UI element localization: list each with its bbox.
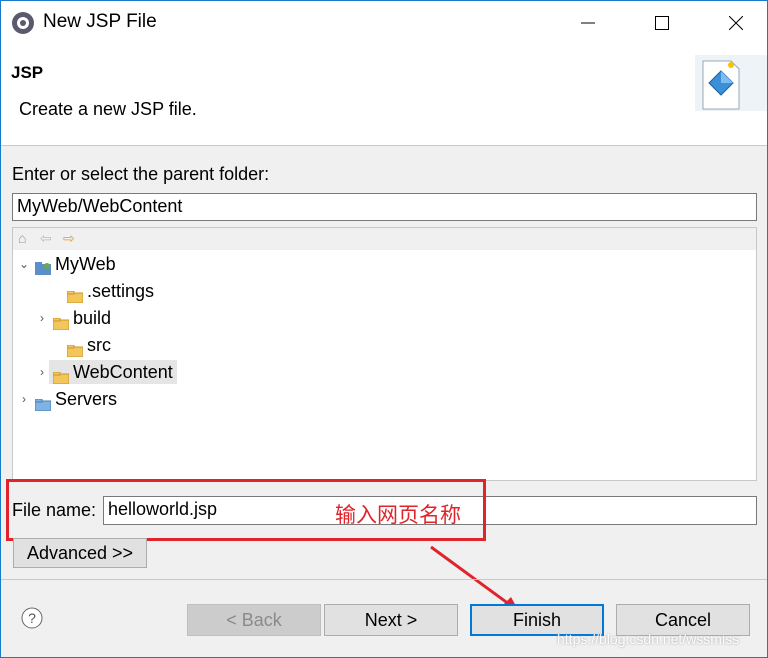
wizard-description: Create a new JSP file. <box>19 99 197 119</box>
tree-item-label: build <box>73 308 112 328</box>
back-button[interactable]: < Back <box>187 604 321 636</box>
tree-item-label: .settings <box>87 281 155 301</box>
close-button[interactable] <box>713 7 759 39</box>
minimize-button[interactable] <box>565 7 611 39</box>
tree-item-webcontent[interactable]: › WebContent <box>35 360 177 385</box>
watermark: https://blog.csdn.net/wssmiss <box>557 631 740 647</box>
tree-toolbar: ⌂ ⇦ ⇨ <box>13 228 756 250</box>
back-arrow-icon[interactable]: ⇦ <box>40 230 52 247</box>
separator <box>1 579 767 580</box>
project-icon <box>35 258 51 275</box>
forward-arrow-icon[interactable]: ⇨ <box>63 230 75 247</box>
eclipse-gear-icon <box>11 11 35 35</box>
folder-icon <box>66 339 84 358</box>
tree-item-src[interactable]: src <box>49 333 111 358</box>
wizard-title: JSP <box>11 63 44 82</box>
svg-text:?: ? <box>28 610 36 626</box>
tree-item-label: src <box>87 335 111 355</box>
tree-item-settings[interactable]: .settings <box>49 279 155 304</box>
folder-icon <box>66 285 84 304</box>
home-icon[interactable]: ⌂ <box>18 230 26 246</box>
chevron-right-icon[interactable]: › <box>17 387 31 411</box>
tree-item-servers[interactable]: › Servers <box>17 387 118 412</box>
help-icon[interactable]: ? <box>21 607 43 629</box>
jsp-file-icon <box>695 55 767 111</box>
annotation-text: 输入网页名称 <box>335 503 461 527</box>
folder-icon <box>52 312 70 331</box>
chevron-right-icon[interactable]: › <box>35 360 49 384</box>
next-button[interactable]: Next > <box>324 604 458 636</box>
wizard-banner: JSP Create a new JSP file. <box>1 45 767 146</box>
tree-item-myweb[interactable]: ⌄ MyWeb <box>17 252 116 276</box>
window-title: New JSP File <box>43 11 157 32</box>
folder-tree[interactable]: ⌂ ⇦ ⇨ ⌄ MyWeb .settings › build src › We… <box>12 227 757 481</box>
parent-folder-label: Enter or select the parent folder: <box>12 164 270 184</box>
chevron-down-icon[interactable]: ⌄ <box>17 252 31 276</box>
tree-item-label: Servers <box>55 389 118 409</box>
parent-folder-input[interactable]: MyWeb/WebContent <box>12 193 757 221</box>
maximize-button[interactable] <box>639 7 685 39</box>
tree-item-build[interactable]: › build <box>35 306 112 331</box>
advanced-button[interactable]: Advanced >> <box>13 538 147 568</box>
chevron-right-icon[interactable]: › <box>35 306 49 330</box>
title-bar: New JSP File <box>1 1 767 45</box>
servers-folder-icon <box>34 393 52 412</box>
tree-item-label: WebContent <box>73 362 173 382</box>
tree-item-label: MyWeb <box>55 254 116 274</box>
selected-item: WebContent <box>49 360 177 385</box>
dialog-window: New JSP File JSP Create a new JSP file. … <box>0 0 768 658</box>
folder-open-icon <box>52 366 70 385</box>
